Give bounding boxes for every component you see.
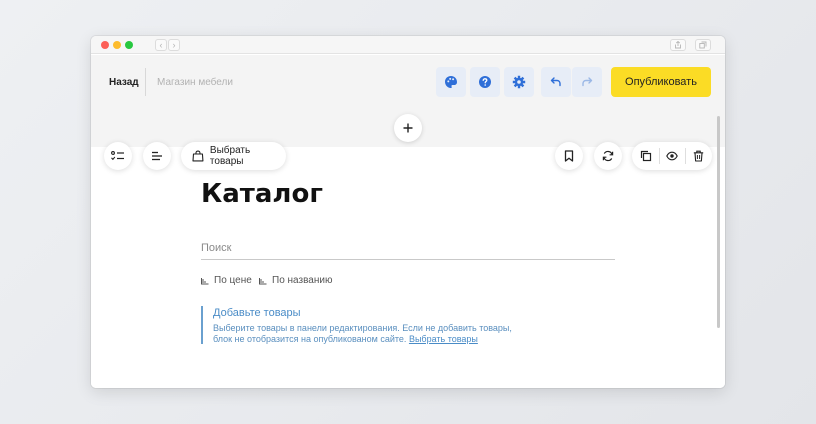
- tabs-icon[interactable]: [695, 39, 711, 51]
- trash-icon: [693, 150, 703, 162]
- bookmark-icon: [564, 150, 574, 162]
- sort-by-price[interactable]: По цене: [201, 275, 252, 286]
- undo-icon: [550, 77, 561, 87]
- page-scrollbar[interactable]: [717, 116, 720, 328]
- theme-button[interactable]: [436, 67, 466, 97]
- sort-by-name-label: По названию: [272, 275, 333, 286]
- align-left-icon: [152, 151, 162, 161]
- duplicate-block-button[interactable]: [640, 150, 652, 162]
- block-actions-group: [632, 142, 712, 170]
- editor-canvas: [91, 147, 725, 388]
- notice-title: Добавьте товары: [213, 307, 301, 319]
- site-name: Магазин мебели: [157, 77, 233, 88]
- group-divider: [685, 148, 687, 164]
- sort-icon: [201, 277, 209, 284]
- select-products-button[interactable]: Выбрать товары: [181, 142, 286, 170]
- block-elements-button[interactable]: [104, 142, 132, 170]
- help-button[interactable]: [470, 67, 500, 97]
- undo-button[interactable]: [541, 67, 571, 97]
- delete-block-button[interactable]: [693, 150, 704, 162]
- checklist-icon: [111, 151, 124, 161]
- select-products-link[interactable]: Выбрать товары: [409, 334, 478, 344]
- browser-back-icon[interactable]: ‹: [155, 39, 167, 51]
- header-divider: [145, 68, 146, 96]
- save-block-button[interactable]: [555, 142, 583, 170]
- copy-icon: [641, 150, 652, 162]
- sort-icon: [259, 277, 267, 284]
- redo-icon: [582, 77, 593, 87]
- back-link[interactable]: Назад: [109, 77, 139, 88]
- select-products-label: Выбрать товары: [209, 145, 251, 167]
- browser-forward-icon[interactable]: ›: [168, 39, 180, 51]
- empty-catalog-notice: Добавьте товары Выберите товары в панели…: [201, 306, 531, 344]
- group-divider: [658, 148, 660, 164]
- eye-icon: [666, 151, 679, 161]
- toggle-visibility-button[interactable]: [666, 151, 679, 161]
- replace-block-button[interactable]: [594, 142, 622, 170]
- catalog-title: Каталог: [201, 179, 323, 209]
- minimize-window-dot[interactable]: [113, 41, 121, 49]
- alignment-button[interactable]: [143, 142, 171, 170]
- refresh-icon: [602, 150, 614, 162]
- sort-by-price-label: По цене: [214, 275, 252, 286]
- shopping-bag-icon: [192, 150, 204, 162]
- gear-icon: [512, 75, 526, 89]
- close-window-dot[interactable]: [101, 41, 109, 49]
- settings-button[interactable]: [504, 67, 534, 97]
- palette-icon: [445, 76, 457, 88]
- add-block-button[interactable]: [394, 114, 422, 142]
- browser-titlebar: ‹ ›: [91, 36, 725, 54]
- notice-text: Выберите товары в панели редактирования.…: [213, 323, 533, 345]
- help-icon: [479, 76, 491, 88]
- sort-by-name[interactable]: По названию: [259, 275, 332, 286]
- redo-button[interactable]: [572, 67, 602, 97]
- browser-window: ‹ › Назад Магазин мебели Опубликовать Вы…: [91, 36, 725, 388]
- share-icon[interactable]: [670, 39, 686, 51]
- zoom-window-dot[interactable]: [125, 41, 133, 49]
- search-input[interactable]: [201, 236, 615, 260]
- publish-button[interactable]: Опубликовать: [611, 67, 711, 97]
- plus-icon: [403, 123, 413, 133]
